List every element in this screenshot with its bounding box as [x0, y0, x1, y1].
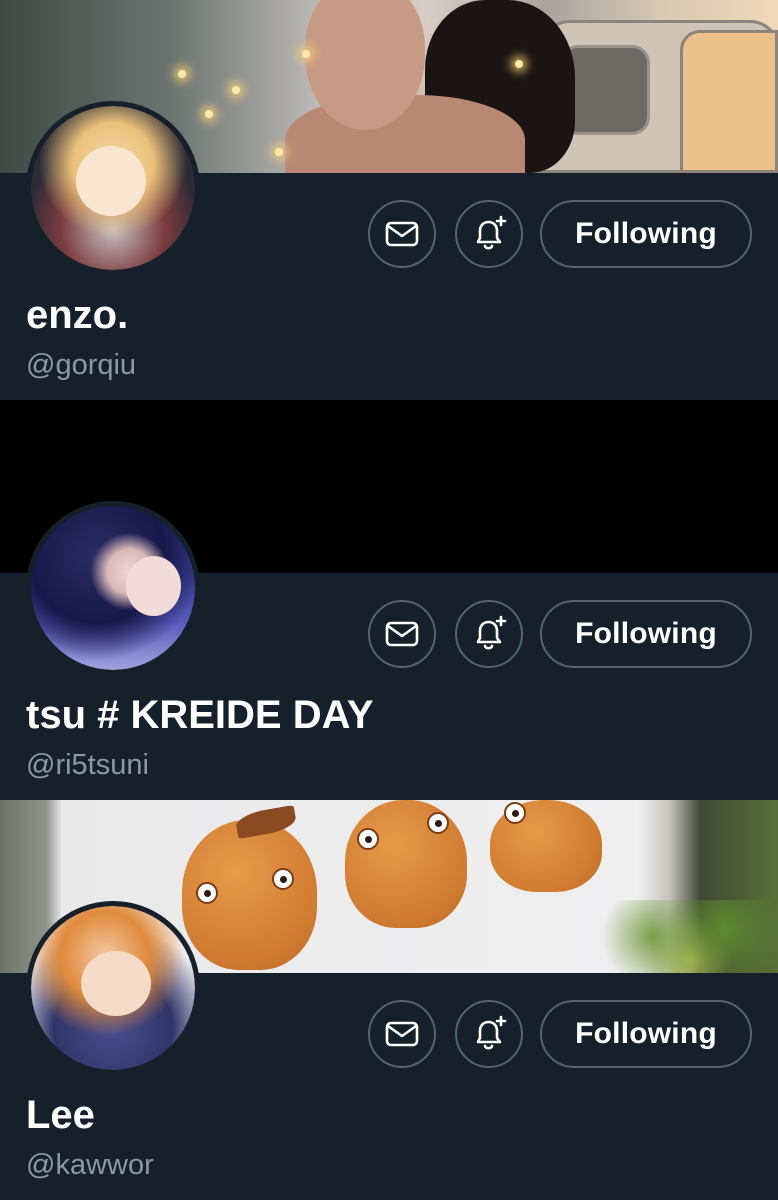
following-button[interactable]: Following [540, 600, 752, 668]
envelope-icon [385, 221, 419, 247]
notify-button[interactable] [455, 1000, 523, 1068]
string-light [178, 70, 186, 78]
string-light [302, 50, 310, 58]
banner-plants [600, 900, 778, 973]
string-light [205, 110, 213, 118]
user-handle: @gorqiu [26, 349, 137, 381]
banner-trailer-door [680, 30, 778, 173]
envelope-icon [385, 621, 419, 647]
user-handle: @ri5tsuni [26, 749, 149, 781]
profile-card: Following tsu # KREIDE DAY @ri5tsuni [0, 400, 778, 800]
creature-eye [196, 882, 218, 904]
bell-plus-icon [476, 215, 507, 250]
avatar[interactable] [26, 901, 200, 1075]
notify-button[interactable] [455, 200, 523, 268]
bell-plus-icon [476, 615, 507, 650]
banner-creature [345, 800, 467, 928]
avatar-face [126, 556, 181, 616]
display-name: Lee [26, 1093, 95, 1137]
avatar[interactable] [26, 101, 200, 275]
following-button[interactable]: Following [540, 200, 752, 268]
banner-creature [490, 800, 602, 892]
envelope-icon [385, 1021, 419, 1047]
avatar-image [31, 906, 195, 1070]
avatar-image [31, 106, 195, 270]
creature-eye [504, 802, 526, 824]
creature-eye [357, 828, 379, 850]
profile-card: Following Lee @kawwor [0, 800, 778, 1200]
following-button[interactable]: Following [540, 1000, 752, 1068]
message-button[interactable] [368, 1000, 436, 1068]
message-button[interactable] [368, 600, 436, 668]
avatar-image [31, 506, 195, 670]
avatar-face [81, 951, 151, 1016]
avatar-face [76, 146, 146, 216]
message-button[interactable] [368, 200, 436, 268]
avatar[interactable] [26, 501, 200, 675]
display-name: enzo. [26, 293, 129, 337]
banner-creature [182, 820, 317, 970]
string-light [275, 148, 283, 156]
string-light [232, 86, 240, 94]
display-name: tsu # KREIDE DAY [26, 693, 374, 737]
creature-eye [272, 868, 294, 890]
user-handle: @kawwor [26, 1149, 154, 1181]
profile-card: Following enzo. @gorqiu [0, 0, 778, 400]
notify-button[interactable] [455, 600, 523, 668]
bell-plus-icon [476, 1015, 507, 1050]
string-light [515, 60, 523, 68]
creature-eye [427, 812, 449, 834]
